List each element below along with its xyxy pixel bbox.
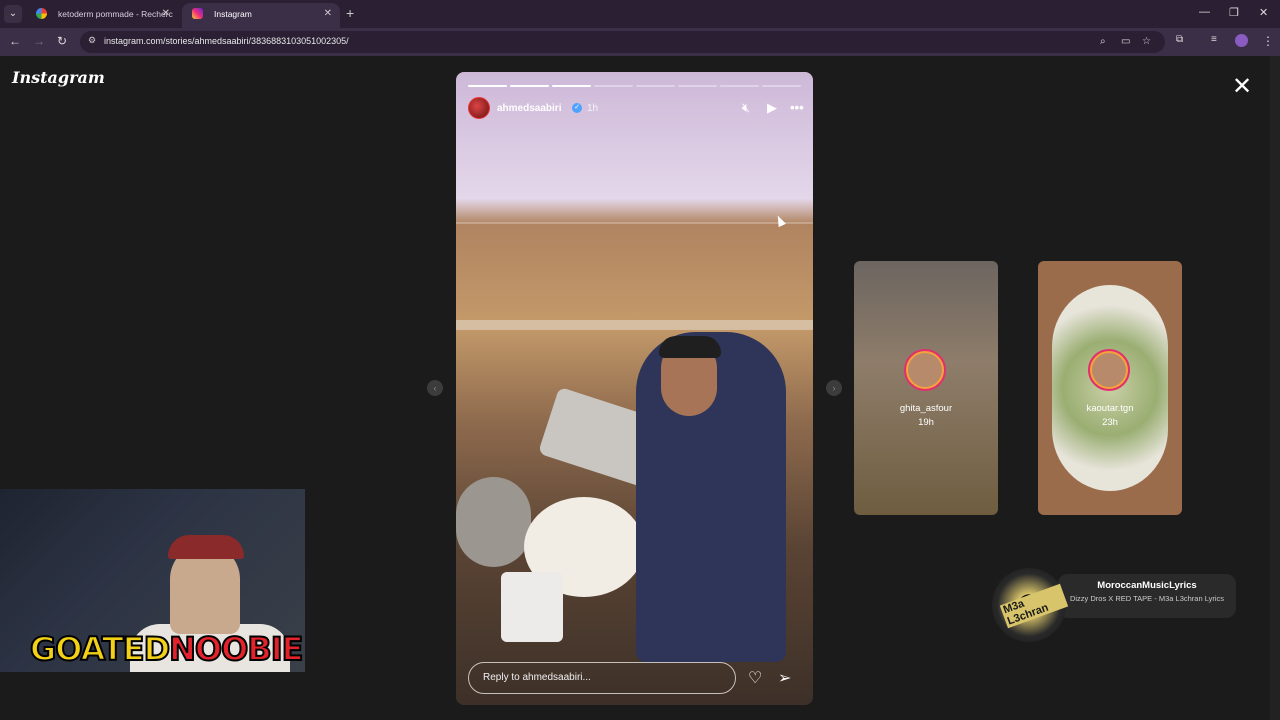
reply-input[interactable] xyxy=(483,672,723,683)
previous-story-icon[interactable]: ‹ xyxy=(427,380,443,396)
story-progress-segment xyxy=(552,85,591,87)
like-heart-icon[interactable]: ♡ xyxy=(748,668,762,688)
streamer-logo: GOATEDNOOBIE xyxy=(29,629,304,669)
browser-toolbar: ← → ↻ ⚙ instagram.com/stories/ahmedsaabi… xyxy=(0,28,1280,56)
minimize-icon[interactable]: — xyxy=(1199,6,1210,18)
reload-icon[interactable]: ↻ xyxy=(57,34,67,48)
browser-tab-instagram[interactable]: Instagram ✕ xyxy=(182,3,340,28)
scrollbar[interactable] xyxy=(1270,56,1280,720)
profile-avatar[interactable] xyxy=(1235,34,1248,47)
new-tab-icon[interactable]: + xyxy=(346,5,354,21)
zoom-icon[interactable]: ⌕ xyxy=(1100,36,1106,47)
cast-icon[interactable]: ▭ xyxy=(1121,36,1130,47)
story-preview-card[interactable]: kaoutar.tgn 23h xyxy=(1038,261,1182,515)
mute-icon[interactable]: 🔇︎ xyxy=(742,100,750,116)
music-info-box: MoroccanMusicLyrics Dizzy Dros X RED TAP… xyxy=(1058,574,1236,618)
close-icon[interactable]: ✕ xyxy=(1232,72,1252,101)
tab-title: ketoderm pommade - Recherc xyxy=(58,9,173,19)
story-progress-segment xyxy=(468,85,507,87)
browser-tab-google[interactable]: ketoderm pommade - Recherc ✕ xyxy=(26,3,178,28)
send-icon[interactable]: ➢ xyxy=(778,668,791,688)
restore-icon[interactable]: ❐ xyxy=(1229,6,1239,19)
story-progress-segment xyxy=(594,85,633,87)
address-bar[interactable]: ⚙ instagram.com/stories/ahmedsaabiri/383… xyxy=(80,31,1165,53)
preview-username: ghita_asfour xyxy=(899,403,953,414)
story-progress-segment xyxy=(720,85,759,87)
story-header: ahmedsaabiri ✓ 1h 🔇︎ ▶ ••• xyxy=(468,97,804,121)
avatar[interactable] xyxy=(468,97,490,119)
close-tab-icon[interactable]: ✕ xyxy=(324,3,332,25)
story-progress-bar xyxy=(468,85,801,87)
next-story-icon[interactable]: › xyxy=(826,380,842,396)
preview-timestamp: 19h xyxy=(918,417,934,428)
story-username[interactable]: ahmedsaabiri xyxy=(497,103,561,114)
menu-icon[interactable]: ⋮ xyxy=(1262,34,1274,48)
extensions-icon[interactable]: ⧉ xyxy=(1176,34,1183,45)
url-text: instagram.com/stories/ahmedsaabiri/38368… xyxy=(104,36,349,46)
tab-search-chevron-icon[interactable]: ⌄ xyxy=(4,5,22,23)
site-info-icon[interactable]: ⚙ xyxy=(88,35,100,47)
avatar xyxy=(904,349,946,391)
music-title: Dizzy Dros X RED TAPE - M3a L3chran Lyri… xyxy=(1069,594,1225,603)
story-progress-segment xyxy=(636,85,675,87)
webcam-overlay: GOATEDNOOBIE xyxy=(0,489,305,672)
close-tab-icon[interactable]: ✕ xyxy=(162,3,170,25)
play-icon[interactable]: ▶ xyxy=(767,100,777,116)
story-progress-segment xyxy=(678,85,717,87)
close-window-icon[interactable]: ✕ xyxy=(1259,6,1268,19)
instagram-icon xyxy=(192,8,203,19)
music-now-playing-widget: MoroccanMusicLyrics Dizzy Dros X RED TAP… xyxy=(992,568,1238,642)
preview-timestamp: 23h xyxy=(1102,417,1118,428)
more-options-icon[interactable]: ••• xyxy=(790,100,804,115)
story-timestamp: 1h xyxy=(587,103,599,114)
browser-tab-bar: ⌄ ketoderm pommade - Recherc ✕ Instagram… xyxy=(0,0,1280,28)
reply-field[interactable] xyxy=(468,662,736,694)
tab-title: Instagram xyxy=(214,9,252,19)
media-control-icon[interactable]: ≡ xyxy=(1211,34,1217,45)
story-progress-segment xyxy=(762,85,801,87)
story-progress-segment xyxy=(510,85,549,87)
preview-username: kaoutar.tgn xyxy=(1086,403,1134,414)
forward-icon[interactable]: → xyxy=(33,34,45,48)
back-icon[interactable]: ← xyxy=(9,34,21,48)
story-card[interactable]: ahmedsaabiri ✓ 1h 🔇︎ ▶ ••• ♡ ➢ xyxy=(456,72,813,705)
instagram-logo[interactable]: Instagram xyxy=(12,68,105,87)
music-disc-icon: M3a L3chran xyxy=(992,568,1069,642)
avatar xyxy=(1088,349,1130,391)
story-preview-card[interactable]: ghita_asfour 19h xyxy=(854,261,998,515)
google-icon xyxy=(36,8,47,19)
verified-badge-icon: ✓ xyxy=(572,103,582,113)
music-channel: MoroccanMusicLyrics xyxy=(1097,580,1197,591)
bookmark-star-icon[interactable]: ☆ xyxy=(1142,36,1151,47)
